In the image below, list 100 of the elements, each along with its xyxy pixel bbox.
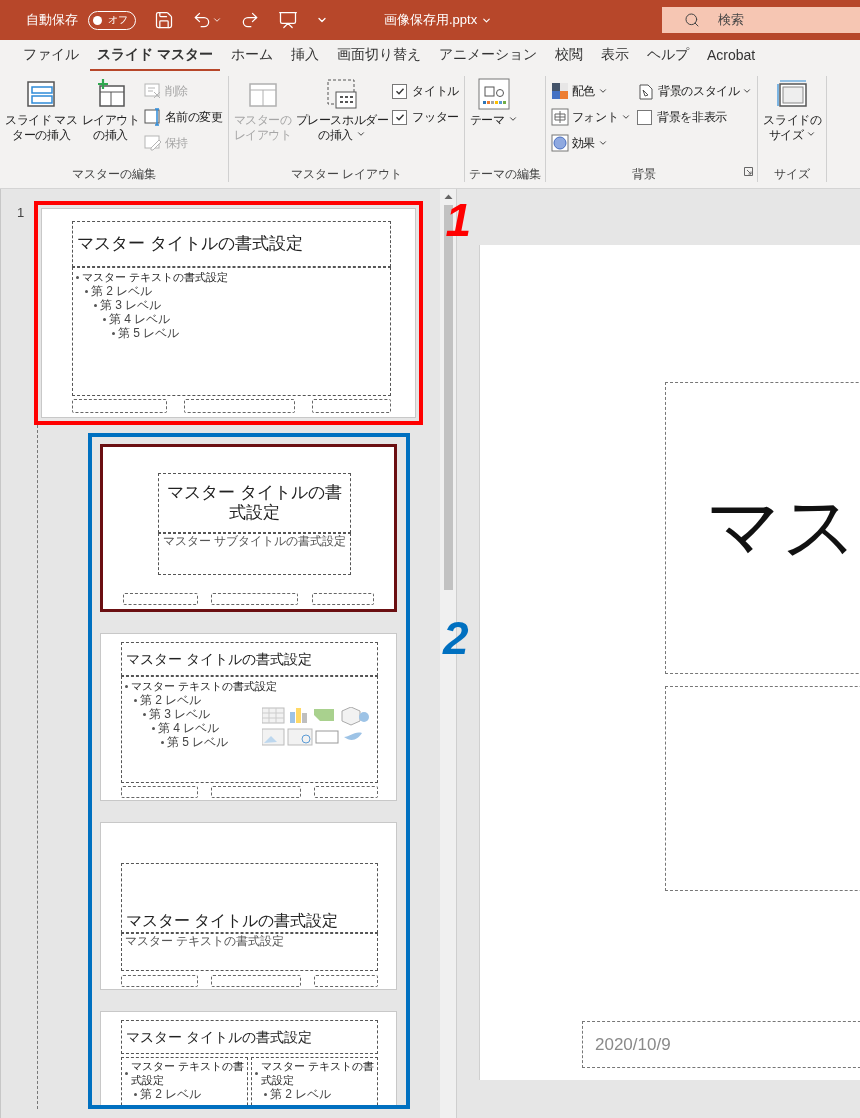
ribbon-tab[interactable]: 挿入	[283, 41, 326, 71]
caret-icon	[598, 138, 608, 148]
autosave-label: 自動保存	[26, 11, 78, 29]
ribbon-tab[interactable]: アニメーション	[431, 41, 544, 71]
ribbon-button[interactable]: 配色	[549, 78, 633, 104]
bullet-icon	[152, 726, 155, 730]
ribbon-tab[interactable]: Acrobat	[699, 42, 763, 70]
ribbon-button[interactable]: 背景のスタイル	[636, 78, 754, 104]
callout-number: 1	[445, 197, 471, 243]
ribbon-tab[interactable]: 校閲	[547, 41, 590, 71]
text-level: 第 2 レベル	[140, 693, 202, 707]
check-icon	[394, 86, 405, 96]
presentation-icon[interactable]	[278, 10, 298, 30]
group-label: マスターの編集	[70, 166, 157, 182]
group-label: マスター レイアウト	[289, 166, 403, 182]
search-icon	[684, 12, 700, 28]
bullet-icon	[125, 684, 128, 688]
placeholder-icon	[326, 78, 358, 110]
layout-thumbnail[interactable]: マスター タイトルの書式設定 マスター テキストの書式設定 第 2 レベル マスター テキストの書式設定 第 2 レベル	[100, 1011, 397, 1105]
bullet-icon	[264, 1092, 267, 1096]
bullet-icon	[161, 740, 164, 744]
layout-thumbnail[interactable]: マスター タイトルの書式設定 マスター テキストの書式設定	[100, 822, 397, 990]
checkbox-option[interactable]: タイトル	[391, 78, 460, 104]
redo-icon[interactable]	[240, 10, 260, 30]
check-icon	[394, 112, 405, 122]
ribbon-tab[interactable]: 表示	[593, 41, 636, 71]
text-level: マスター テキストの書式設定	[131, 1059, 246, 1087]
thumbnail-title: マスター タイトルの書式設定	[76, 233, 304, 256]
checkbox-option[interactable]: フッター	[391, 104, 460, 130]
file-name[interactable]: 画像保存用.pptx	[384, 11, 493, 29]
search-field[interactable]: 検索	[662, 7, 860, 33]
checkbox-option[interactable]: 背景を非表示	[636, 104, 754, 130]
ribbon-tab[interactable]: ホーム	[223, 41, 280, 71]
text-level: 第 2 レベル	[270, 1087, 332, 1101]
background-style-icon	[637, 82, 656, 100]
ribbon-tab[interactable]: スライド マスター	[90, 41, 220, 71]
font-icon	[550, 108, 569, 126]
thumbnail-title: マスター タイトルの書式設定	[125, 910, 340, 931]
undo-icon[interactable]	[192, 10, 222, 30]
slide-date: 2020/10/9	[595, 1034, 671, 1055]
color-scheme-icon	[550, 82, 569, 100]
bullet-icon	[103, 317, 106, 321]
preserve-icon	[143, 134, 162, 152]
ribbon-button[interactable]: フォント	[549, 104, 633, 130]
bullet-icon	[125, 1071, 128, 1075]
text-level: 第 5 レベル	[118, 326, 180, 340]
text-level: マスター テキストの書式設定	[131, 679, 278, 693]
ribbon-button[interactable]: 効果	[549, 130, 633, 156]
slide-master-icon	[25, 78, 58, 110]
ribbon-button[interactable]: プレースホルダー の挿入	[294, 76, 390, 166]
dialog-launcher-icon[interactable]	[744, 167, 754, 176]
layout-thumbnail[interactable]: マスター タイトルの書式設定 マスター サブタイトルの書式設定	[100, 444, 397, 612]
ribbon-tab[interactable]: 画面切り替え	[329, 41, 428, 71]
ribbon-button[interactable]: スライドの サイズ	[762, 76, 823, 166]
thumbnail-title: マスター タイトルの書式設定	[125, 1027, 313, 1047]
bullet-icon	[143, 712, 146, 716]
scroll-up-icon[interactable]	[443, 193, 453, 201]
bullet-icon	[255, 1071, 258, 1075]
text-level: 第 2 レベル	[140, 1087, 202, 1101]
ribbon-button[interactable]: スライド マス ターの挿入	[4, 76, 79, 166]
group-label: テーマの編集	[468, 166, 541, 182]
effects-icon	[550, 134, 569, 152]
slide-title: マス	[706, 484, 858, 570]
text-level: 第 4 レベル	[158, 721, 220, 735]
footer-placeholder	[314, 975, 378, 987]
title-placeholder[interactable]: マス	[665, 382, 860, 674]
thumbnail-subtitle: マスター サブタイトルの書式設定	[162, 534, 348, 548]
text-level: 第 4 レベル	[109, 312, 171, 326]
caret-icon	[742, 86, 753, 96]
ribbon-button[interactable]: レイアウト の挿入	[80, 76, 141, 166]
ribbon-button[interactable]: テーマ	[468, 76, 519, 166]
rename-icon	[143, 108, 162, 126]
text-level: 第 3 レベル	[100, 298, 162, 312]
caret-icon	[806, 129, 817, 139]
delete-icon	[143, 82, 162, 100]
slide-size-icon	[776, 78, 809, 110]
bullet-icon	[134, 1092, 137, 1096]
caret-icon	[355, 129, 366, 139]
ribbon-tab[interactable]: ヘルプ	[639, 41, 696, 71]
text-level: マスター テキストの書式設定	[82, 270, 229, 284]
text-level: 第 3 レベル	[149, 707, 211, 721]
date-placeholder[interactable]: 2020/10/9	[582, 1021, 860, 1068]
ribbon-button[interactable]: 名前の変更	[142, 104, 224, 130]
bullet-icon	[94, 303, 97, 307]
caret-icon	[598, 86, 608, 96]
layout-thumbnail[interactable]: マスター タイトルの書式設定 マスター テキストの書式設定 第 2 レベル 第 3 レベル 第 4 レベル 第 5 レベル	[100, 633, 397, 801]
group-label: 背景	[630, 166, 657, 182]
save-icon[interactable]	[154, 10, 174, 30]
bullet-icon	[112, 331, 115, 335]
master-thumbnail[interactable]: マスター タイトルの書式設定 マスター テキストの書式設定 第 2 レベル 第 3 レベル 第 4 レベル 第 5 レベル	[41, 208, 416, 418]
group-label: サイズ	[773, 166, 812, 182]
caret-icon	[621, 112, 632, 122]
bullet-icon	[76, 275, 79, 279]
caret-icon	[507, 114, 518, 124]
bullet-icon	[134, 698, 137, 702]
thumbnail-text: マスター テキストの書式設定	[124, 934, 286, 948]
ribbon-tab[interactable]: ファイル	[16, 41, 86, 71]
text-level: 第 5 レベル	[167, 735, 229, 749]
text-level: 第 2 レベル	[91, 284, 153, 298]
footer-placeholder	[314, 786, 378, 798]
